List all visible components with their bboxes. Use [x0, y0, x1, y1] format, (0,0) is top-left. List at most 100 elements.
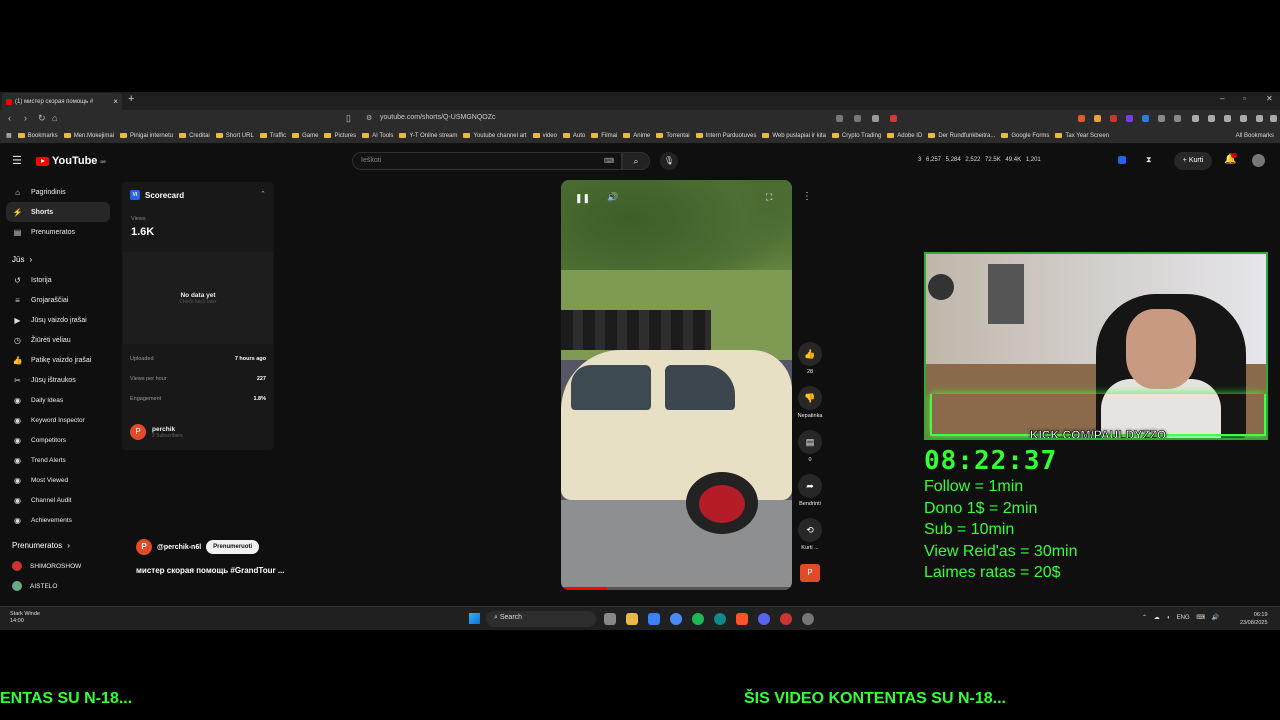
bookmark-item[interactable]: Web puslapiai ir kita	[762, 133, 826, 139]
bookmark-item[interactable]: Crypto Trading	[831, 133, 881, 139]
settings-icon[interactable]	[802, 613, 814, 625]
keyboard-icon[interactable]: ⌨	[604, 157, 614, 165]
bookmark-item[interactable]: Men.Mokejimai	[63, 133, 114, 139]
bookmark-item[interactable]: Der Rundfunkbeitra...	[928, 133, 995, 139]
chrome-icon[interactable]	[670, 613, 682, 625]
bookmark-item[interactable]: Youtube channel art	[463, 133, 527, 139]
bookmark-item[interactable]: Pictures	[324, 133, 356, 139]
extension-icon[interactable]	[1110, 115, 1117, 122]
bookmark-item[interactable]: Creditai	[179, 133, 210, 139]
shorts-video-player[interactable]: ❚❚ 🔊 ⛶	[561, 180, 792, 590]
extension-icon[interactable]	[1142, 115, 1149, 122]
youtube-logo[interactable]: YouTube DE	[36, 155, 106, 167]
avatar[interactable]	[1252, 154, 1265, 167]
fullscreen-icon[interactable]: ⛶	[766, 192, 772, 203]
extension-icon[interactable]	[1078, 115, 1085, 122]
extension-icon[interactable]	[1158, 115, 1165, 122]
sidebar-you-heading[interactable]: Jūs ›	[6, 248, 110, 270]
minimize-icon[interactable]: –	[1220, 94, 1224, 103]
bookmark-item[interactable]: Adobe ID	[887, 133, 922, 139]
extension-badge-icon[interactable]	[1118, 156, 1126, 164]
bookmark-item[interactable]: Short URL	[215, 133, 254, 139]
bookmark-item[interactable]: Google Forms	[1001, 133, 1049, 139]
sidebar-item[interactable]: ◉ Keyword Inspector	[6, 410, 110, 430]
bookmark-item[interactable]: Y-T Online stream	[399, 133, 457, 139]
sidebar-item[interactable]: ✂ Jūsų ištraukos	[6, 370, 110, 390]
sidebar-item[interactable]: ◉ Achievements	[6, 510, 110, 530]
sidebar-item[interactable]: ◉ Channel Audit	[6, 490, 110, 510]
extension-icon[interactable]	[1256, 115, 1263, 122]
action-dislike[interactable]: 👎 Nepatinka	[795, 386, 825, 419]
sidebar-item[interactable]: 👍 Patikę vaizdo įrašai	[6, 350, 110, 370]
volume-icon[interactable]: 🔊	[607, 192, 618, 203]
windows-start-icon[interactable]	[469, 613, 480, 624]
extension-icon[interactable]	[1224, 115, 1231, 122]
sidebar-item[interactable]: ▶ Jūsų vaizdo įrašai	[6, 310, 110, 330]
sidebar-item[interactable]: ▤ Prenumeratos	[6, 222, 110, 242]
sidebar-item[interactable]: ≡ Grojaraščiai	[6, 290, 110, 310]
bookmark-item[interactable]: Bookmarks	[17, 133, 58, 139]
channel-avatar[interactable]: P	[136, 539, 152, 555]
sidebar-item[interactable]: ◉ Daily Ideas	[6, 390, 110, 410]
home-browser-icon[interactable]: ⌂	[52, 113, 57, 123]
action-comments[interactable]: ▤ 0	[795, 430, 825, 463]
task-view-icon[interactable]	[604, 613, 616, 625]
hourglass-icon[interactable]: ⧗	[1146, 155, 1152, 165]
channel-thumbnail[interactable]: P	[800, 564, 820, 582]
bookmark-item[interactable]: Intern Parduotuves	[695, 133, 756, 139]
taskbar-clock[interactable]: 06:19 23/08/2025	[1240, 611, 1268, 627]
all-bookmarks[interactable]: All Bookmarks	[1236, 133, 1280, 139]
bookmark-page-icon[interactable]: ▯	[346, 113, 351, 124]
bookmark-item[interactable]: AI Tools	[362, 133, 393, 139]
extension-icon[interactable]	[1208, 115, 1215, 122]
browser-tab[interactable]: (1) мистер скорая помощь # ×	[2, 93, 122, 110]
close-window-icon[interactable]: ✕	[1266, 94, 1273, 103]
maximize-icon[interactable]: ▫	[1243, 94, 1246, 103]
voice-search-button[interactable]: 🎙	[660, 152, 678, 170]
extension-icon[interactable]	[1094, 115, 1101, 122]
extension-icon[interactable]	[1240, 115, 1247, 122]
bookmark-item[interactable]: Filmai	[591, 133, 617, 139]
bookmark-item[interactable]: Pinigai internetu	[120, 133, 173, 139]
sidebar-subscriptions-heading[interactable]: Prenumeratos ›	[6, 534, 110, 556]
extension-icon[interactable]	[1192, 115, 1199, 122]
system-tray[interactable]: ⌃ ☁ ◖ ENG ⌨ 🔊	[1142, 614, 1219, 621]
taskbar-search[interactable]: ⌕ Search	[486, 611, 596, 627]
edge-icon[interactable]	[714, 613, 726, 625]
sidebar-item[interactable]: ⚡ Shorts	[6, 202, 110, 222]
bookmark-item[interactable]: Tax Year Screen	[1055, 133, 1109, 139]
extension-icon[interactable]	[890, 115, 897, 122]
more-options-icon[interactable]: ⋮	[802, 191, 812, 202]
action-share[interactable]: ➦ Bendrinti	[795, 474, 825, 507]
pause-icon[interactable]: ❚❚	[575, 193, 590, 204]
site-info-icon[interactable]: ⚙	[366, 114, 372, 122]
sidebar-item[interactable]: ↺ Istorija	[6, 270, 110, 290]
spotify-icon[interactable]	[692, 613, 704, 625]
bookmark-item[interactable]: Torrentai	[656, 133, 690, 139]
channel-handle[interactable]: @perchik-n6l	[157, 544, 201, 551]
sidebar-item[interactable]: ◉ Most Viewed	[6, 470, 110, 490]
menu-icon[interactable]	[1270, 115, 1277, 122]
new-tab-button[interactable]: +	[128, 93, 134, 105]
collapse-chevron-icon[interactable]: ⌃	[260, 190, 266, 198]
extension-icon[interactable]	[1174, 115, 1181, 122]
sidebar-item[interactable]: ⌂ Pagrindinis	[6, 182, 110, 202]
menu-icon[interactable]: ☰	[12, 154, 22, 167]
reload-icon[interactable]: ↻	[38, 113, 46, 124]
url-field[interactable]: youtube.com/shorts/Q-USMGNQOZc	[380, 114, 496, 121]
extension-icon[interactable]	[836, 115, 843, 122]
subscribe-button[interactable]: Prenumeruoti	[206, 540, 260, 554]
action-like[interactable]: 👍 28	[795, 342, 825, 375]
bookmark-item[interactable]: Game	[292, 133, 318, 139]
search-button[interactable]: ⌕	[622, 152, 650, 170]
forward-icon[interactable]: ›	[24, 113, 27, 123]
create-button[interactable]: + Kurti	[1174, 152, 1212, 170]
app-icon[interactable]	[780, 613, 792, 625]
discord-icon[interactable]	[758, 613, 770, 625]
short-title[interactable]: мистер скорая помощь #GrandTour ...	[136, 566, 285, 575]
close-tab-icon[interactable]: ×	[113, 97, 118, 106]
sidebar-item[interactable]: ◷ Žiūrėti vėliau	[6, 330, 110, 350]
sidebar-item[interactable]: ◉ Trend Alerts	[6, 450, 110, 470]
file-explorer-icon[interactable]	[626, 613, 638, 625]
back-icon[interactable]: ‹	[8, 113, 11, 123]
